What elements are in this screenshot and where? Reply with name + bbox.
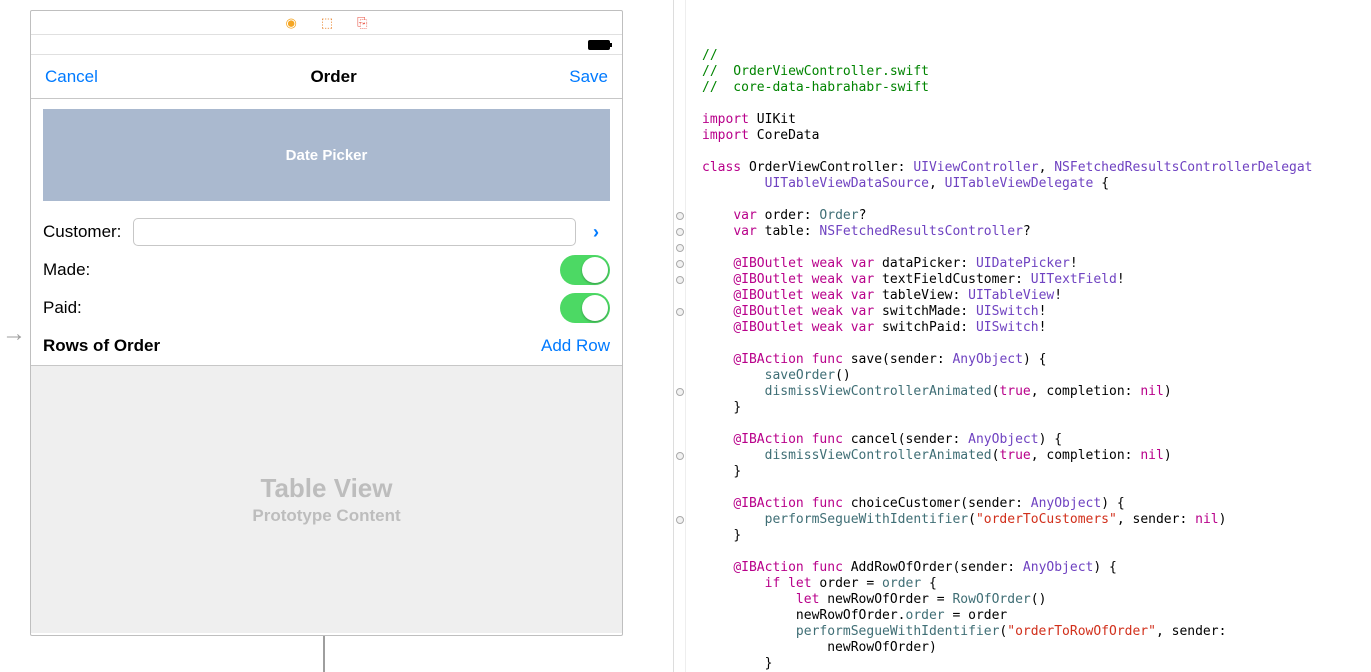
nav-title: Order xyxy=(310,67,356,87)
customer-label: Customer: xyxy=(43,222,133,242)
code-line[interactable]: @IBOutlet weak var switchPaid: UISwitch! xyxy=(702,320,1371,336)
status-bar xyxy=(31,35,622,55)
code-line[interactable]: } xyxy=(702,656,1371,672)
view-controller-canvas[interactable]: ◉ ⬚ ⎘ Cancel Order Save Date Picker Cust… xyxy=(30,10,623,636)
code-line[interactable]: } xyxy=(702,464,1371,480)
table-view-subtitle: Prototype Content xyxy=(252,506,400,526)
connection-indicator-icon[interactable] xyxy=(676,244,684,252)
code-line[interactable]: newRowOfOrder) xyxy=(702,640,1371,656)
code-line[interactable]: if let order = order { xyxy=(702,576,1371,592)
code-line[interactable]: import CoreData xyxy=(702,128,1371,144)
first-responder-icon[interactable]: ⬚ xyxy=(321,15,333,31)
code-line[interactable] xyxy=(702,192,1371,208)
segue-arrow-icon: → xyxy=(2,320,26,348)
table-view[interactable]: Table View Prototype Content xyxy=(31,365,622,633)
code-line[interactable]: @IBOutlet weak var textFieldCustomer: UI… xyxy=(702,272,1371,288)
save-button[interactable]: Save xyxy=(569,67,608,87)
battery-icon xyxy=(588,40,610,50)
code-line[interactable] xyxy=(702,336,1371,352)
made-row: Made: xyxy=(43,251,610,289)
table-view-title: Table View xyxy=(261,473,393,504)
code-line[interactable]: saveOrder() xyxy=(702,368,1371,384)
connection-indicator-icon[interactable] xyxy=(676,228,684,236)
code-line[interactable] xyxy=(702,480,1371,496)
source-editor[interactable]: //// OrderViewController.swift// core-da… xyxy=(674,0,1371,672)
code-line[interactable]: // OrderViewController.swift xyxy=(702,64,1371,80)
cancel-button[interactable]: Cancel xyxy=(45,67,98,87)
code-line[interactable]: @IBAction func AddRowOfOrder(sender: Any… xyxy=(702,560,1371,576)
code-line[interactable]: import UIKit xyxy=(702,112,1371,128)
code-line[interactable]: class OrderViewController: UIViewControl… xyxy=(702,160,1371,176)
code-line[interactable]: let newRowOfOrder = RowOfOrder() xyxy=(702,592,1371,608)
exit-icon[interactable]: ⎘ xyxy=(357,15,367,31)
code-line[interactable]: UITableViewDataSource, UITableViewDelega… xyxy=(702,176,1371,192)
choose-customer-button[interactable]: › xyxy=(582,222,610,243)
segue-line xyxy=(323,636,325,672)
rows-of-order-header: Rows of Order Add Row xyxy=(43,327,610,365)
code-line[interactable] xyxy=(702,416,1371,432)
made-label: Made: xyxy=(43,260,133,280)
code-line[interactable]: @IBAction func save(sender: AnyObject) { xyxy=(702,352,1371,368)
code-line[interactable]: var table: NSFetchedResultsController? xyxy=(702,224,1371,240)
connection-indicator-icon[interactable] xyxy=(676,516,684,524)
code-content[interactable]: //// OrderViewController.swift// core-da… xyxy=(688,48,1371,672)
code-line[interactable] xyxy=(702,96,1371,112)
code-line[interactable] xyxy=(702,144,1371,160)
connection-indicator-icon[interactable] xyxy=(676,260,684,268)
code-line[interactable]: performSegueWithIdentifier("orderToRowOf… xyxy=(702,624,1371,640)
rows-of-order-title: Rows of Order xyxy=(43,336,160,356)
add-row-button[interactable]: Add Row xyxy=(541,336,610,356)
scene-toolbar: ◉ ⬚ ⎘ xyxy=(31,11,622,35)
code-line[interactable]: // xyxy=(702,48,1371,64)
customer-field[interactable] xyxy=(133,218,576,246)
customer-row: Customer: › xyxy=(43,213,610,251)
code-line[interactable]: performSegueWithIdentifier("orderToCusto… xyxy=(702,512,1371,528)
view-controller-icon[interactable]: ◉ xyxy=(285,15,296,31)
connection-indicator-icon[interactable] xyxy=(676,276,684,284)
code-line[interactable] xyxy=(702,240,1371,256)
code-line[interactable]: } xyxy=(702,528,1371,544)
interface-builder-pane: → ◉ ⬚ ⎘ Cancel Order Save Date Picker Cu… xyxy=(0,0,674,672)
navigation-bar: Cancel Order Save xyxy=(31,55,622,99)
connection-indicator-icon[interactable] xyxy=(676,388,684,396)
paid-label: Paid: xyxy=(43,298,133,318)
code-line[interactable]: @IBOutlet weak var dataPicker: UIDatePic… xyxy=(702,256,1371,272)
code-line[interactable]: dismissViewControllerAnimated(true, comp… xyxy=(702,384,1371,400)
code-line[interactable]: @IBOutlet weak var switchMade: UISwitch! xyxy=(702,304,1371,320)
code-line[interactable]: @IBAction func choiceCustomer(sender: An… xyxy=(702,496,1371,512)
code-line[interactable] xyxy=(702,544,1371,560)
code-line[interactable]: // core-data-habrahabr-swift xyxy=(702,80,1371,96)
code-line[interactable]: @IBAction func cancel(sender: AnyObject)… xyxy=(702,432,1371,448)
date-picker-label: Date Picker xyxy=(286,147,368,164)
connection-indicator-icon[interactable] xyxy=(676,212,684,220)
date-picker[interactable]: Date Picker xyxy=(43,109,610,201)
made-switch[interactable] xyxy=(560,255,610,285)
code-line[interactable]: @IBOutlet weak var tableView: UITableVie… xyxy=(702,288,1371,304)
paid-switch[interactable] xyxy=(560,293,610,323)
code-line[interactable]: } xyxy=(702,400,1371,416)
paid-row: Paid: xyxy=(43,289,610,327)
code-line[interactable]: dismissViewControllerAnimated(true, comp… xyxy=(702,448,1371,464)
code-line[interactable]: newRowOfOrder.order = order xyxy=(702,608,1371,624)
connection-indicator-icon[interactable] xyxy=(676,308,684,316)
editor-gutter xyxy=(674,0,686,672)
code-line[interactable]: var order: Order? xyxy=(702,208,1371,224)
connection-indicator-icon[interactable] xyxy=(676,452,684,460)
